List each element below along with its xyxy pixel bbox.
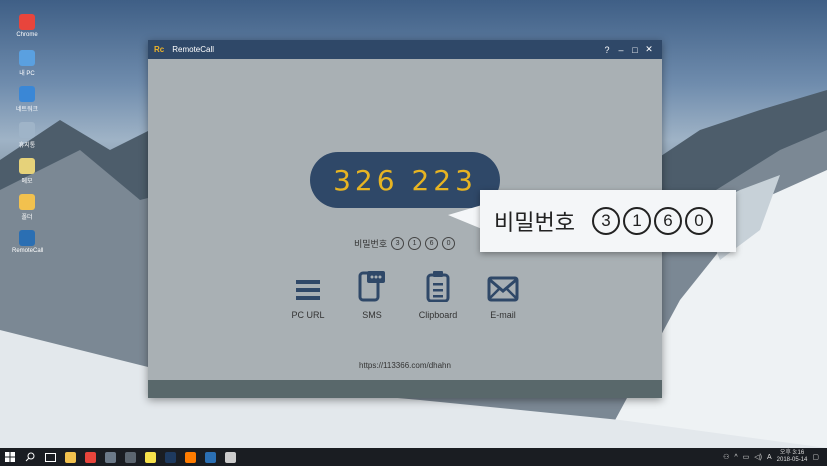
taskbar-app-illustrator[interactable] — [180, 448, 200, 466]
desktop-icon-label: Chrome — [16, 32, 38, 38]
clock-time: 오후 3:16 — [779, 450, 805, 456]
password-digit: 1 — [408, 237, 422, 250]
window-title: RemoteCall — [172, 45, 215, 54]
callout-digit: 6 — [653, 207, 682, 235]
kakaotalk-icon — [144, 451, 156, 463]
desktop-app-icon — [19, 122, 35, 138]
photoshop-icon — [164, 451, 176, 463]
network-icon[interactable]: ▭ — [743, 453, 750, 461]
desktop-icon-label: RemoteCall — [12, 248, 44, 254]
session-url[interactable]: https://113366.com/dhahn — [148, 361, 662, 370]
app-logo: Rc — [154, 45, 165, 54]
calculator-icon — [124, 451, 136, 463]
notification-icon[interactable]: ▢ — [812, 453, 819, 461]
session-code: 326 223 — [310, 152, 500, 208]
remotecall-icon — [204, 451, 216, 463]
window-footer — [148, 380, 662, 398]
password-digit: 3 — [391, 237, 405, 250]
desktop-icon[interactable]: 내 PC — [12, 50, 42, 77]
menu-lines-icon — [278, 272, 338, 302]
callout-pointer — [448, 205, 482, 229]
people-icon[interactable]: ⚇ — [723, 453, 729, 461]
desktop-icon[interactable]: 네트워크 — [12, 86, 42, 113]
desktop-app-icon — [19, 230, 35, 246]
start-button[interactable] — [0, 448, 20, 466]
password-label: 비밀번호 — [354, 239, 388, 249]
taskbar-app-chrome[interactable] — [80, 448, 100, 466]
sms-button[interactable]: SMS — [342, 271, 402, 320]
search-icon — [25, 452, 35, 462]
windows-logo-icon — [5, 452, 15, 462]
desktop-app-icon — [19, 158, 35, 174]
clock-date: 2018-05-14 — [776, 457, 808, 463]
desktop-icon-label: 폴더 — [21, 215, 33, 221]
desktop-icon[interactable]: 휴지통 — [12, 122, 42, 149]
maximize-button[interactable]: □ — [628, 45, 642, 55]
taskbar-app-calculator[interactable] — [120, 448, 140, 466]
password-digit: 6 — [425, 237, 439, 250]
desktop-icon-label: 내 PC — [19, 71, 35, 77]
desktop-icon-label: 메모 — [21, 179, 33, 185]
taskbar: ⚇ ^ ▭ ◁) A 오후 3:16 2018-05-14 ▢ — [0, 448, 827, 466]
task-view-button[interactable] — [40, 448, 60, 466]
taskbar-app-app[interactable] — [100, 448, 120, 466]
desktop-app-icon — [19, 50, 35, 66]
system-tray: ⚇ ^ ▭ ◁) A 오후 3:16 2018-05-14 ▢ — [723, 450, 827, 464]
password-digit: 0 — [442, 237, 456, 250]
task-view-icon — [44, 452, 56, 462]
password-row: 비밀번호 3 1 6 0 — [354, 237, 456, 250]
title-bar[interactable]: Rc RemoteCall ? – □ ✕ — [148, 40, 662, 59]
taskbar-app-settings[interactable] — [220, 448, 240, 466]
envelope-icon — [473, 272, 533, 302]
desktop-icon[interactable]: Chrome — [12, 14, 42, 38]
clipboard-icon — [408, 271, 468, 302]
chevron-up-icon[interactable]: ^ — [734, 454, 737, 461]
desktop-app-icon — [19, 86, 35, 102]
callout-digit: 0 — [684, 207, 713, 235]
illustrator-icon — [184, 451, 196, 463]
taskbar-app-kakaotalk[interactable] — [140, 448, 160, 466]
desktop-icon[interactable]: 폴더 — [12, 194, 42, 221]
clipboard-label: Clipboard — [418, 310, 458, 320]
chrome-icon — [84, 451, 96, 463]
callout-digit: 3 — [591, 207, 620, 235]
volume-icon[interactable]: ◁) — [754, 453, 762, 461]
minimize-button[interactable]: – — [614, 45, 628, 55]
help-button[interactable]: ? — [600, 45, 614, 55]
desktop-icon[interactable]: 메모 — [12, 158, 42, 185]
email-label: E-mail — [490, 310, 516, 320]
desktop-app-icon — [19, 14, 35, 30]
sms-label: SMS — [362, 310, 382, 320]
settings-icon — [224, 451, 236, 463]
desktop-icon-label: 네트워크 — [15, 107, 39, 113]
pc-url-button[interactable]: PC URL — [278, 272, 338, 320]
clock[interactable]: 오후 3:16 2018-05-14 — [777, 450, 808, 464]
desktop-app-icon — [19, 194, 35, 210]
clipboard-button[interactable]: Clipboard — [408, 271, 468, 320]
taskbar-app-photoshop[interactable] — [160, 448, 180, 466]
password-callout: 비밀번호 3 1 6 0 — [480, 190, 736, 252]
desktop-icon-label: 휴지통 — [18, 143, 36, 149]
search-button[interactable] — [20, 448, 40, 466]
pc-url-label: PC URL — [291, 310, 325, 320]
app-icon — [104, 451, 116, 463]
taskbar-app-remotecall[interactable] — [200, 448, 220, 466]
input-language[interactable]: A — [767, 454, 772, 461]
taskbar-app-file-explorer[interactable] — [60, 448, 80, 466]
close-button[interactable]: ✕ — [642, 44, 656, 55]
desktop-icon[interactable]: RemoteCall — [12, 230, 44, 254]
phone-chat-icon — [342, 271, 402, 302]
callout-label: 비밀번호 — [494, 210, 575, 235]
file-explorer-icon — [64, 451, 76, 463]
email-button[interactable]: E-mail — [473, 272, 533, 320]
callout-digit: 1 — [622, 207, 651, 235]
